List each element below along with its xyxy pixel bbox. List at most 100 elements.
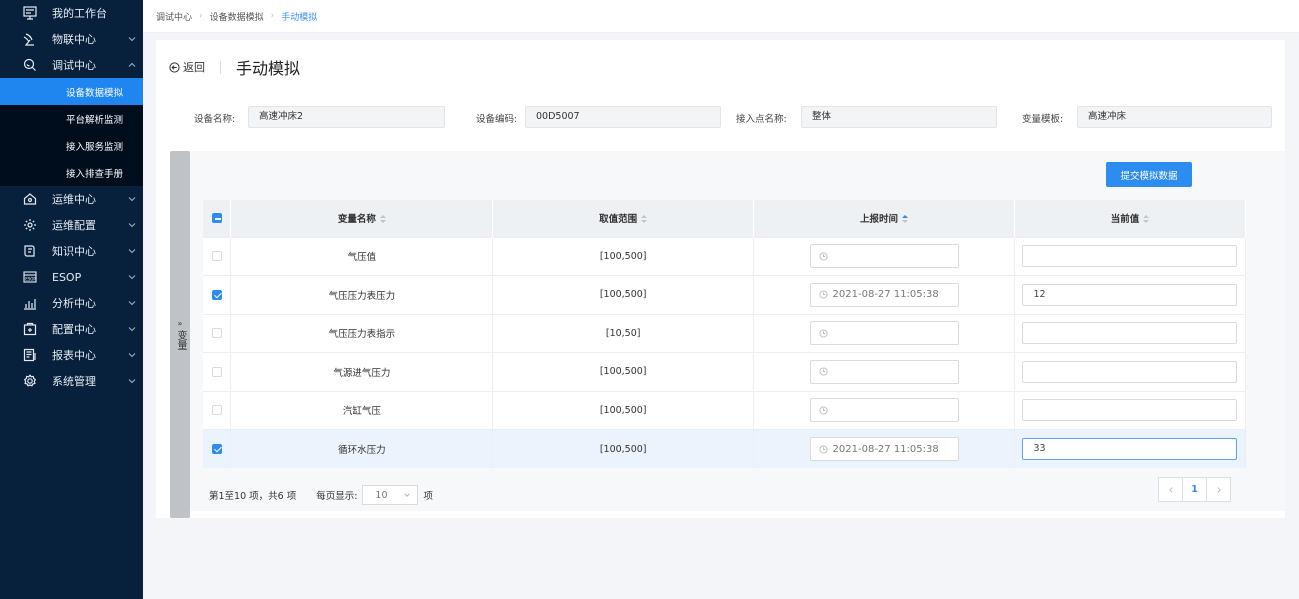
row-select-cell: [203, 236, 232, 276]
breadcrumb-item[interactable]: 设备数据模拟: [210, 10, 264, 23]
sidebar-item-ops-config[interactable]: 运维配置: [0, 212, 143, 238]
device-info: 设备名称: 高速冲床2 设备编码: 00D5007 接入点名称: 整体 变量模板…: [156, 106, 1285, 128]
report-time-cell: [753, 352, 1015, 391]
sidebar-item-label: 我的工作台: [52, 7, 107, 20]
house-icon: [22, 191, 38, 207]
current-value-input[interactable]: 12: [1022, 283, 1238, 306]
row-checkbox[interactable]: [211, 405, 222, 416]
column-header-value[interactable]: 当前值: [1014, 200, 1247, 237]
sidebar-item-ops[interactable]: 运维中心: [0, 186, 143, 212]
svg-text:ESOP: ESOP: [25, 277, 36, 282]
sidebar-item-esop[interactable]: ESOP ESOP: [0, 264, 143, 290]
clock-icon: [818, 367, 828, 376]
sidebar: 我的工作台 物联中心 调试中心 设备数据模拟 平台解析监测 接入服务监测 接入排…: [0, 0, 143, 599]
device-name-field: 高速冲床2: [248, 106, 445, 128]
breadcrumb-current: 手动模拟: [281, 12, 318, 23]
column-header-name[interactable]: 变量名称: [230, 200, 494, 237]
breadcrumb-item[interactable]: 调试中心: [156, 10, 192, 23]
back-arrow-icon: [169, 61, 180, 73]
variable-name: 气源进气压力: [230, 352, 494, 391]
row-checkbox[interactable]: [211, 251, 222, 262]
current-value-cell: [1014, 352, 1247, 391]
report-time-picker[interactable]: [809, 244, 959, 269]
sidebar-item-system[interactable]: 系统管理: [0, 368, 143, 394]
variable-panel-toggle[interactable]: » 变量: [170, 151, 190, 518]
row-checkbox[interactable]: [211, 444, 222, 454]
current-value-input[interactable]: [1022, 399, 1238, 422]
monitor-icon: [22, 5, 38, 21]
sidebar-item-workbench[interactable]: 我的工作台: [0, 0, 143, 26]
debug-search-icon: [22, 57, 38, 73]
current-value-input[interactable]: [1022, 360, 1238, 383]
report-time-picker[interactable]: [809, 321, 959, 346]
pagination-summary: 第1至10 项，共6 项: [209, 491, 297, 502]
page-header: 返回 手动模拟: [169, 57, 300, 78]
row-checkbox[interactable]: [211, 328, 222, 339]
sidebar-item-label: 配置中心: [52, 323, 96, 336]
current-value-input[interactable]: [1022, 245, 1238, 268]
report-time-value: 2021-08-27 11:05:38: [832, 443, 939, 455]
sidebar-item-iot[interactable]: 物联中心: [0, 26, 143, 52]
sidebar-item-report[interactable]: 报表中心: [0, 342, 143, 368]
sidebar-subitem-troubleshoot-manual[interactable]: 接入排查手册: [0, 159, 143, 186]
sort-icon[interactable]: [379, 215, 386, 224]
chevron-down-icon: [128, 197, 136, 202]
clock-icon: [818, 290, 828, 299]
sidebar-item-analysis[interactable]: 分析中心: [0, 290, 143, 316]
sidebar-item-label: ESOP: [52, 270, 82, 284]
report-time-picker[interactable]: 2021-08-27 11:05:38: [809, 282, 959, 307]
chevron-down-icon: [128, 249, 136, 254]
double-chevron-right-icon: »: [177, 318, 183, 328]
column-header-time[interactable]: 上报时间: [753, 200, 1015, 237]
report-time-picker[interactable]: [809, 398, 959, 423]
sidebar-item-debug[interactable]: 调试中心: [0, 52, 143, 78]
chevron-down-icon: [128, 275, 136, 280]
page-size-select[interactable]: 10: [362, 485, 419, 505]
row-checkbox[interactable]: [211, 289, 222, 300]
sidebar-subitem-access-monitor[interactable]: 接入服务监测: [0, 132, 143, 159]
report-time-picker[interactable]: 2021-08-27 11:05:38: [809, 437, 959, 461]
sidebar-item-knowledge[interactable]: 知识中心: [0, 238, 143, 264]
row-checkbox[interactable]: [211, 366, 222, 377]
table-row: 气压压力表指示 [10,50]: [203, 313, 1247, 353]
chevron-left-icon: [1168, 486, 1173, 493]
table-row: 汽缸气压 [100,500]: [203, 390, 1247, 430]
row-select-cell: [203, 275, 232, 314]
table-area: 提交模拟数据 变量名称 取值范围 上报时间 当前值 气压值 [100,500]: [190, 151, 1285, 511]
submit-simulation-button[interactable]: 提交模拟数据: [1106, 162, 1192, 187]
settings-icon: [22, 373, 38, 389]
column-header-range[interactable]: 取值范围: [492, 200, 755, 237]
sort-icon[interactable]: [641, 215, 648, 224]
device-code-field: 00D5007: [525, 106, 721, 128]
table-row: 循环水压力 [100,500] 2021-08-27 11:05:38 33: [203, 429, 1247, 468]
current-value-input[interactable]: 33: [1022, 438, 1238, 460]
prev-page-button[interactable]: [1158, 477, 1183, 502]
next-page-button[interactable]: [1206, 477, 1231, 502]
sidebar-item-config[interactable]: 配置中心: [0, 316, 143, 342]
table-header-row: 变量名称 取值范围 上报时间 当前值: [203, 200, 1247, 237]
row-select-cell: [203, 390, 232, 430]
esop-icon: ESOP: [22, 269, 38, 285]
variable-name: 气压压力表指示: [230, 313, 494, 353]
breadcrumb: 调试中心 › 设备数据模拟 › 手动模拟: [143, 0, 1299, 33]
report-time-cell: [753, 236, 1015, 276]
access-point-field: 整体: [801, 106, 997, 128]
back-button[interactable]: 返回: [169, 59, 205, 75]
sort-icon[interactable]: [1143, 215, 1150, 224]
page-number-button[interactable]: 1: [1182, 477, 1207, 502]
variable-panel-label: 变量: [175, 329, 186, 350]
sidebar-subitem-device-simulation[interactable]: 设备数据模拟: [0, 78, 143, 105]
sidebar-item-label: 调试中心: [52, 59, 96, 72]
report-time-value: 2021-08-27 11:05:38: [832, 289, 939, 301]
sidebar-subitem-parse-monitor[interactable]: 平台解析监测: [0, 105, 143, 132]
table-row: 气压值 [100,500]: [203, 236, 1247, 276]
report-time-cell: 2021-08-27 11:05:38: [753, 275, 1015, 314]
select-all-checkbox[interactable]: [211, 213, 222, 224]
access-point-label: 接入点名称:: [736, 114, 787, 125]
select-all-cell: [203, 200, 232, 237]
row-select-cell: [203, 313, 232, 353]
current-value-input[interactable]: [1022, 322, 1238, 345]
report-time-picker[interactable]: [809, 359, 959, 384]
clock-icon: [818, 406, 828, 415]
sort-asc-icon[interactable]: [902, 215, 909, 224]
